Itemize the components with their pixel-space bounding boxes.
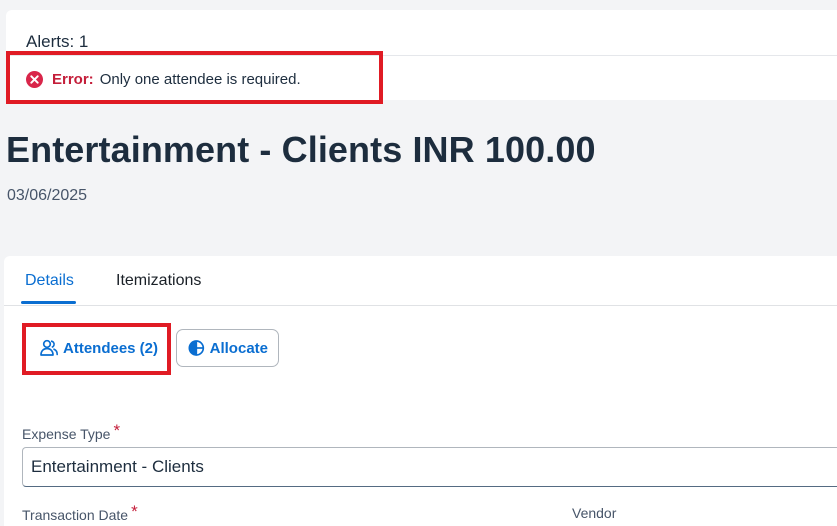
tab-details[interactable]: Details — [25, 272, 74, 290]
required-marker: * — [113, 421, 121, 440]
page-title: Entertainment - Clients INR 100.00 — [6, 129, 596, 170]
transaction-date-label-text: Transaction Date — [22, 507, 129, 523]
expense-type-label: Expense Type * — [22, 421, 121, 444]
active-tab-indicator — [21, 301, 76, 304]
transaction-date-label: Transaction Date * — [22, 502, 138, 525]
expense-type-field[interactable]: Entertainment - Clients — [22, 447, 837, 487]
allocate-button[interactable]: Allocate — [176, 329, 279, 367]
details-panel: Details Itemizations Attendees (2) Alloc… — [4, 256, 837, 526]
attendees-highlight-box — [22, 323, 171, 375]
error-highlight-box — [6, 51, 383, 104]
allocate-icon — [188, 340, 205, 356]
tab-itemizations[interactable]: Itemizations — [116, 272, 201, 290]
expense-date: 03/06/2025 — [7, 187, 88, 204]
required-marker: * — [131, 502, 138, 521]
alerts-header: Alerts: 1 — [26, 32, 89, 51]
expense-type-value: Entertainment - Clients — [31, 457, 204, 476]
tab-bar: Details Itemizations — [4, 256, 837, 306]
expense-type-label-text: Expense Type — [22, 426, 111, 442]
allocate-button-label: Allocate — [209, 339, 268, 357]
